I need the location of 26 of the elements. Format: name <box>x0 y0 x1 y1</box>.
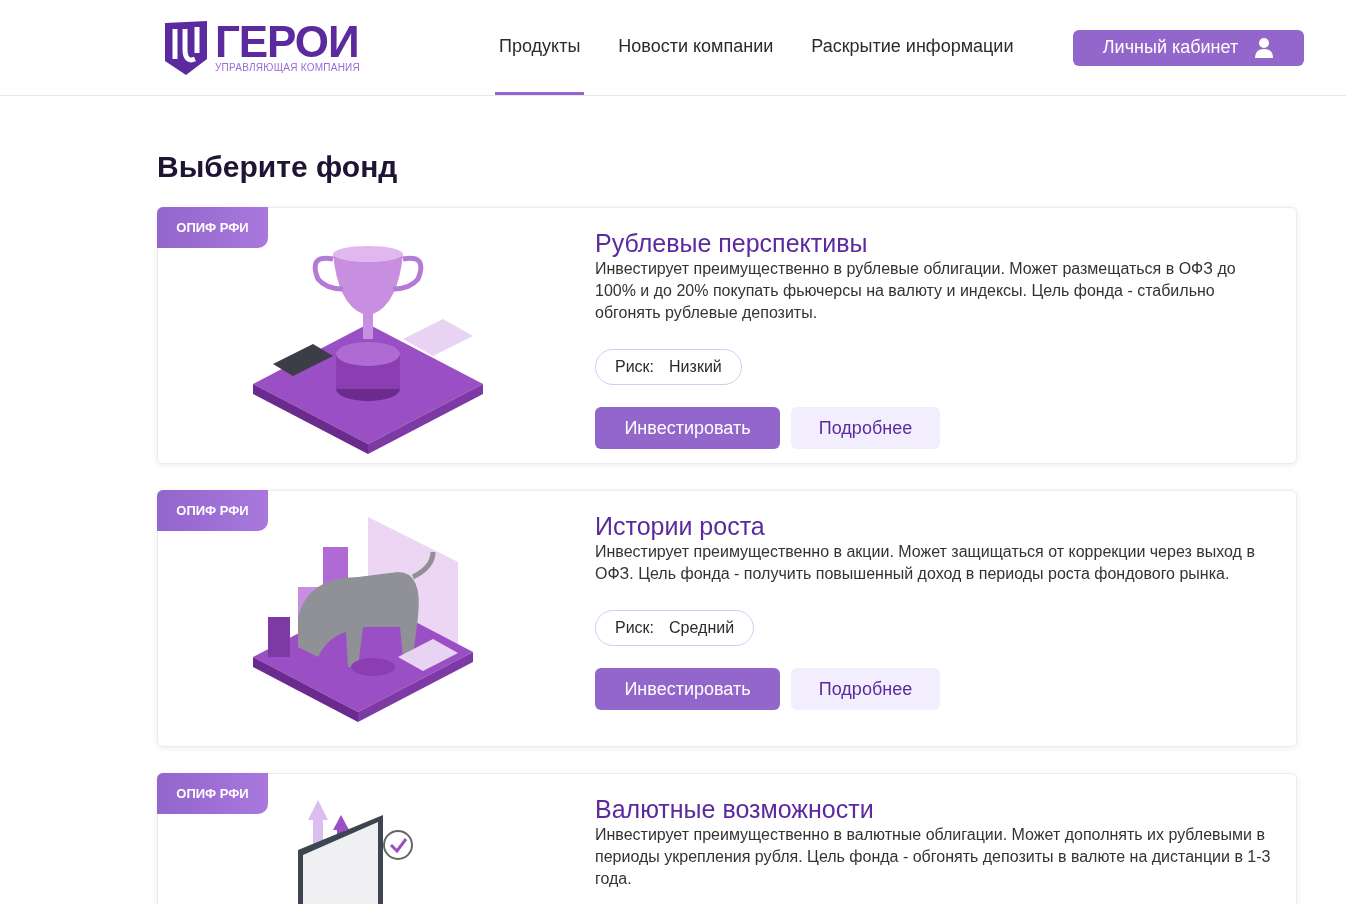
fund-description: Инвестирует преимущественно в рублевые облигации. Может размещаться в ОФЗ до 100% и до 20% покупать фьючерсы на валюту и индексы. Цель фонда - стабильно обгонять рублевые депозиты. <box>595 259 1237 323</box>
fund-title: Рублевые перспективы <box>595 228 868 258</box>
nav-link[interactable]: Раскрытие информации <box>807 0 1018 95</box>
nav-link[interactable]: Продукты <box>495 0 585 95</box>
fund-type-badge: ОПИФ РФИ <box>157 773 268 814</box>
details-button[interactable]: Подробнее <box>791 407 940 449</box>
fund-description: Инвестирует преимущественно в акции. Может защищаться от коррекции через выход в ОФЗ. Цель фонда - получить повышенный доход в периоды роста фондового рынка. <box>595 542 1256 584</box>
account-button[interactable]: Личный кабинет <box>1073 29 1304 66</box>
page-heading: Выберите фонд <box>157 149 399 185</box>
fund-title: Истории роста <box>595 511 765 541</box>
logo-tagline: УПРАВЛЯЮЩАЯ КОМПАНИЯ <box>215 61 360 74</box>
user-icon <box>1254 36 1275 59</box>
details-button[interactable]: Подробнее <box>791 668 940 710</box>
fund-type-badge: ОПИФ РФИ <box>157 490 268 531</box>
risk-value: Низкий <box>669 357 722 377</box>
risk-label: Риск: <box>615 357 655 377</box>
fund-type-badge: ОПИФ РФИ <box>157 207 268 248</box>
risk-value: Средний <box>669 618 735 638</box>
fund-title: Валютные возможности <box>595 794 874 824</box>
invest-button[interactable]: Инвестировать <box>595 407 780 449</box>
risk-label: Риск: <box>615 618 655 638</box>
fund-description: Инвестирует преимущественно в валютные облигации. Может дополнять их рублевыми в периоды укрепления рубля. Цель фонда - обгонять депозиты в валюте на дистанции в 1-3 года. <box>595 825 1272 889</box>
logo-wordmark: ГЕРОИ <box>215 21 360 62</box>
nav-link[interactable]: Новости компании <box>614 0 778 95</box>
shield-logo-icon <box>163 18 209 77</box>
invest-button[interactable]: Инвестировать <box>595 668 780 710</box>
